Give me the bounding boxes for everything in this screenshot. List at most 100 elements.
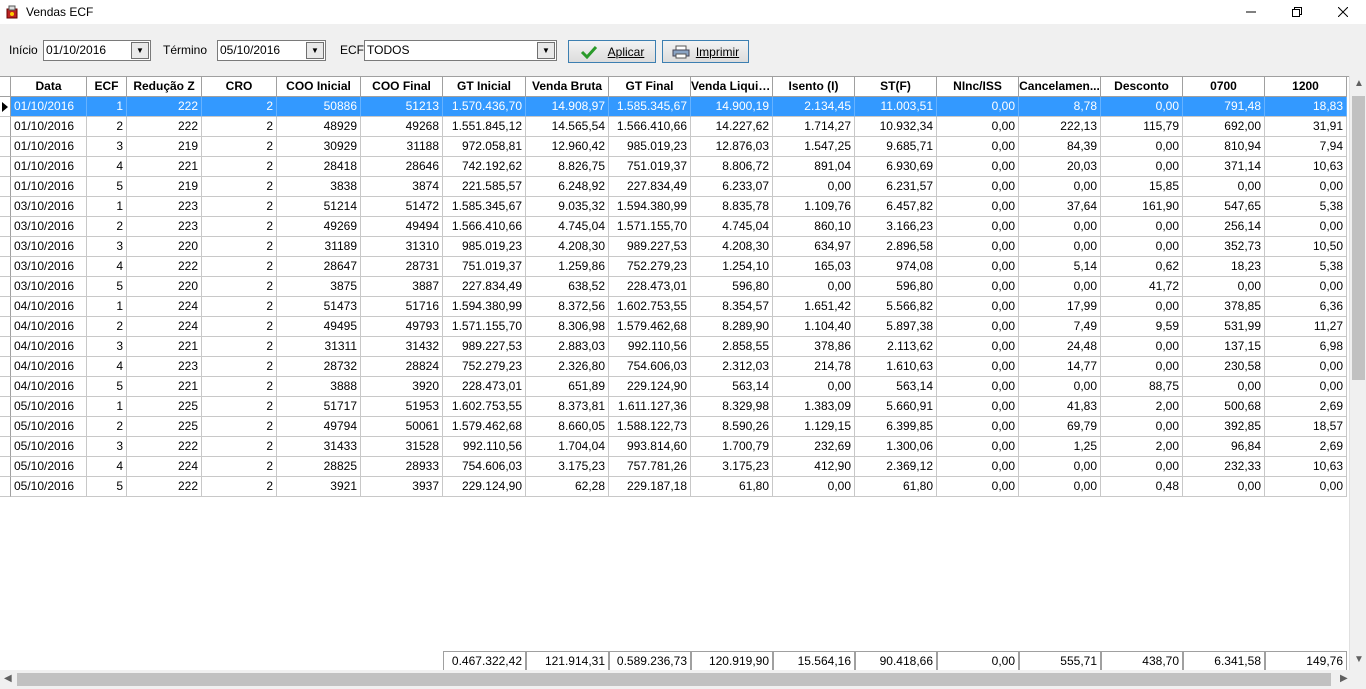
table-cell[interactable]: 1.714,27	[773, 117, 855, 137]
table-cell[interactable]: 62,28	[526, 477, 609, 497]
table-cell[interactable]: 15,85	[1101, 177, 1183, 197]
table-cell[interactable]: 4	[87, 257, 127, 277]
table-cell[interactable]: 5.660,91	[855, 397, 937, 417]
table-cell[interactable]: 1.129,15	[773, 417, 855, 437]
table-cell[interactable]: 0,00	[1265, 357, 1347, 377]
table-cell[interactable]: 61,80	[691, 477, 773, 497]
table-cell[interactable]: 5,38	[1265, 257, 1347, 277]
table-cell[interactable]: 985.019,23	[609, 137, 691, 157]
table-cell[interactable]: 3838	[277, 177, 361, 197]
table-cell[interactable]: 84,39	[1019, 137, 1101, 157]
table-cell[interactable]: 0,00	[937, 197, 1019, 217]
table-cell[interactable]: 2	[202, 97, 277, 117]
table-cell[interactable]: 9,59	[1101, 317, 1183, 337]
table-cell[interactable]: 49268	[361, 117, 443, 137]
row-indicator[interactable]	[0, 437, 11, 457]
table-cell[interactable]: 1.594.380,99	[609, 197, 691, 217]
table-row[interactable]: 01/10/2016 3 219 2 30929 31188 972.058,81 12.96…	[0, 137, 1347, 157]
table-cell[interactable]: 03/10/2016	[11, 197, 87, 217]
table-cell[interactable]: 2	[202, 317, 277, 337]
table-cell[interactable]: 8.806,72	[691, 157, 773, 177]
table-cell[interactable]: 5.566,82	[855, 297, 937, 317]
table-cell[interactable]: 2	[202, 217, 277, 237]
aplicar-button[interactable]: Aplicar	[568, 40, 656, 63]
table-cell[interactable]: 2	[202, 257, 277, 277]
table-cell[interactable]: 10,50	[1265, 237, 1347, 257]
table-cell[interactable]: 5,14	[1019, 257, 1101, 277]
table-cell[interactable]: 225	[127, 417, 202, 437]
table-cell[interactable]: 1.551.845,12	[443, 117, 526, 137]
table-cell[interactable]: 1.571.155,70	[443, 317, 526, 337]
column-header[interactable]: Isento (I)	[773, 77, 855, 97]
column-header[interactable]: GT Inicial	[443, 77, 526, 97]
column-header[interactable]: Desconto	[1101, 77, 1183, 97]
table-cell[interactable]: 989.227,53	[443, 337, 526, 357]
column-header[interactable]: Data	[11, 77, 87, 97]
table-cell[interactable]: 230,58	[1183, 357, 1265, 377]
table-cell[interactable]: 51717	[277, 397, 361, 417]
table-cell[interactable]: 3937	[361, 477, 443, 497]
table-cell[interactable]: 1	[87, 197, 127, 217]
table-cell[interactable]: 28418	[277, 157, 361, 177]
table-cell[interactable]: 224	[127, 457, 202, 477]
table-cell[interactable]: 31528	[361, 437, 443, 457]
table-cell[interactable]: 223	[127, 197, 202, 217]
vertical-scrollbar[interactable]: ▲ ▼	[1349, 76, 1366, 670]
table-cell[interactable]: 0,00	[1019, 237, 1101, 257]
table-cell[interactable]: 41,83	[1019, 397, 1101, 417]
table-cell[interactable]: 12.960,42	[526, 137, 609, 157]
row-indicator[interactable]	[0, 377, 11, 397]
row-indicator[interactable]	[0, 157, 11, 177]
table-row[interactable]: 04/10/2016 2 224 2 49495 49793 1.571.155,70 8.3…	[0, 317, 1347, 337]
table-cell[interactable]: 2	[202, 357, 277, 377]
table-cell[interactable]: 972.058,81	[443, 137, 526, 157]
table-cell[interactable]: 563,14	[855, 377, 937, 397]
column-header[interactable]: Redução Z	[127, 77, 202, 97]
table-cell[interactable]: 0,00	[1265, 217, 1347, 237]
table-cell[interactable]: 161,90	[1101, 197, 1183, 217]
table-cell[interactable]: 14,77	[1019, 357, 1101, 377]
table-cell[interactable]: 04/10/2016	[11, 297, 87, 317]
table-cell[interactable]: 0,00	[1019, 277, 1101, 297]
table-cell[interactable]: 1.254,10	[691, 257, 773, 277]
table-cell[interactable]: 0,00	[1265, 277, 1347, 297]
table-cell[interactable]: 2	[202, 117, 277, 137]
table-cell[interactable]: 229.187,18	[609, 477, 691, 497]
table-cell[interactable]: 14.227,62	[691, 117, 773, 137]
table-cell[interactable]: 891,04	[773, 157, 855, 177]
table-cell[interactable]: 01/10/2016	[11, 137, 87, 157]
column-header[interactable]: ECF	[87, 77, 127, 97]
table-cell[interactable]: 28731	[361, 257, 443, 277]
table-cell[interactable]: 0,00	[1101, 237, 1183, 257]
table-cell[interactable]: 1.566.410,66	[443, 217, 526, 237]
table-cell[interactable]: 3921	[277, 477, 361, 497]
table-cell[interactable]: 0,00	[773, 377, 855, 397]
row-indicator[interactable]	[0, 397, 11, 417]
scroll-right-icon[interactable]: ▶	[1340, 673, 1348, 684]
table-cell[interactable]: 115,79	[1101, 117, 1183, 137]
table-cell[interactable]: 31189	[277, 237, 361, 257]
table-cell[interactable]: 3920	[361, 377, 443, 397]
column-header[interactable]: CRO	[202, 77, 277, 97]
table-cell[interactable]: 0,00	[1019, 457, 1101, 477]
chevron-down-icon[interactable]: ▼	[537, 42, 555, 59]
table-cell[interactable]: 1	[87, 397, 127, 417]
table-cell[interactable]: 2.113,62	[855, 337, 937, 357]
table-cell[interactable]: 563,14	[691, 377, 773, 397]
table-cell[interactable]: 974,08	[855, 257, 937, 277]
table-cell[interactable]: 8.306,98	[526, 317, 609, 337]
table-cell[interactable]: 1.611.127,36	[609, 397, 691, 417]
table-cell[interactable]: 223	[127, 217, 202, 237]
table-cell[interactable]: 05/10/2016	[11, 417, 87, 437]
table-cell[interactable]: 03/10/2016	[11, 237, 87, 257]
table-cell[interactable]: 754.606,03	[609, 357, 691, 377]
table-cell[interactable]: 2	[202, 157, 277, 177]
table-row[interactable]: 01/10/2016 5 219 2 3838 3874 221.585,57 6.248,9…	[0, 177, 1347, 197]
vertical-scroll-thumb[interactable]	[1352, 96, 1365, 380]
table-cell[interactable]: 2.134,45	[773, 97, 855, 117]
table-cell[interactable]: 634,97	[773, 237, 855, 257]
table-cell[interactable]: 3888	[277, 377, 361, 397]
table-cell[interactable]: 6.399,85	[855, 417, 937, 437]
row-indicator[interactable]	[0, 457, 11, 477]
table-cell[interactable]: 0,00	[937, 177, 1019, 197]
